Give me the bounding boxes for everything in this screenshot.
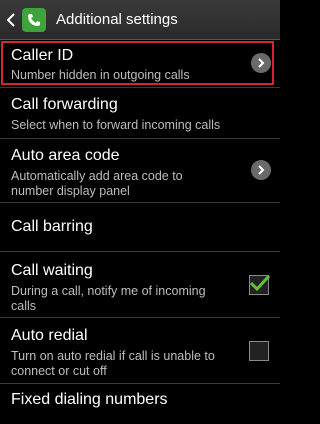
setting-subtitle: Automatically add area code to <box>11 169 183 183</box>
back-icon[interactable] <box>4 0 18 40</box>
call-waiting-checkbox[interactable] <box>249 274 271 295</box>
setting-call-waiting[interactable]: Call waiting During a call, notify me of… <box>0 252 280 318</box>
setting-subtitle: Turn on auto redial if call is unable to <box>11 349 215 363</box>
chevron-right-icon[interactable] <box>251 53 271 73</box>
settings-list: Caller ID Number hidden in outgoing call… <box>0 40 280 424</box>
setting-title: Auto area code <box>11 147 120 164</box>
phone-icon <box>22 7 46 32</box>
setting-auto-redial[interactable]: Auto redial Turn on auto redial if call … <box>0 318 280 384</box>
setting-auto-area-code[interactable]: Auto area code Automatically add area co… <box>0 139 280 203</box>
setting-fixed-dialing-numbers[interactable]: Fixed dialing numbers <box>0 384 280 424</box>
setting-title: Caller ID <box>11 47 74 64</box>
setting-title: Fixed dialing numbers <box>11 391 168 408</box>
setting-subtitle: During a call, notify me of incoming <box>11 284 206 298</box>
setting-title: Call waiting <box>11 262 93 279</box>
setting-caller-id[interactable]: Caller ID Number hidden in outgoing call… <box>0 40 280 88</box>
setting-title: Call forwarding <box>11 96 118 113</box>
auto-redial-checkbox[interactable] <box>249 341 269 361</box>
setting-subtitle: number display panel <box>11 184 130 198</box>
setting-subtitle: Select when to forward incoming calls <box>11 118 221 132</box>
setting-subtitle: Number hidden in outgoing calls <box>11 68 190 82</box>
setting-title: Auto redial <box>11 327 88 344</box>
setting-title: Call barring <box>11 218 93 235</box>
chevron-right-icon[interactable] <box>251 160 271 180</box>
setting-subtitle: calls <box>11 299 37 313</box>
page-title: Additional settings <box>56 11 178 28</box>
setting-subtitle: connect or cut off <box>11 364 107 378</box>
action-bar: Additional settings <box>0 0 280 40</box>
setting-call-barring[interactable]: Call barring <box>0 203 280 252</box>
setting-call-forwarding[interactable]: Call forwarding Select when to forward i… <box>0 88 280 139</box>
